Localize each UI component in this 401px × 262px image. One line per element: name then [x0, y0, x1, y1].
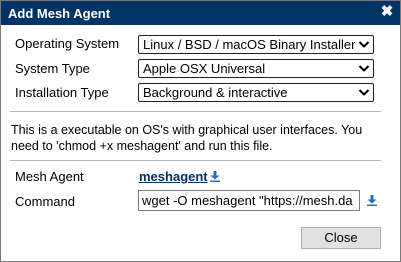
os-select[interactable]: Linux / BSD / macOS Binary Installer: [138, 35, 374, 54]
close-icon[interactable]: ✖: [379, 3, 395, 21]
download-icon[interactable]: [210, 171, 220, 182]
chevron-down-icon: [358, 41, 370, 48]
divider: [10, 111, 381, 112]
os-label: Operating System: [15, 36, 120, 51]
os-select-value: Linux / BSD / macOS Binary Installer: [143, 37, 355, 52]
download-icon[interactable]: [367, 195, 377, 206]
divider: [10, 160, 381, 161]
mesh-agent-label: Mesh Agent: [15, 169, 84, 184]
chevron-down-icon: [358, 89, 370, 96]
installation-type-label: Installation Type: [15, 85, 109, 100]
installation-type-value: Background & interactive: [143, 85, 288, 100]
system-type-select[interactable]: Apple OSX Universal: [138, 59, 374, 78]
system-type-value: Apple OSX Universal: [143, 61, 266, 76]
meshagent-download-link[interactable]: meshagent: [139, 169, 208, 184]
description-text: This is a executable on OS's with graphi…: [11, 123, 363, 153]
dialog-title: Add Mesh Agent: [8, 6, 111, 21]
add-mesh-agent-dialog: Add Mesh Agent ✖ Operating System Linux …: [0, 0, 401, 262]
installation-type-select[interactable]: Background & interactive: [138, 83, 374, 102]
command-field[interactable]: wget -O meshagent "https://mesh.da: [138, 190, 360, 211]
chevron-down-icon: [358, 65, 370, 72]
command-label: Command: [15, 194, 75, 209]
system-type-label: System Type: [15, 61, 90, 76]
dialog-titlebar[interactable]: Add Mesh Agent ✖: [1, 1, 400, 25]
close-button[interactable]: Close: [301, 227, 381, 249]
